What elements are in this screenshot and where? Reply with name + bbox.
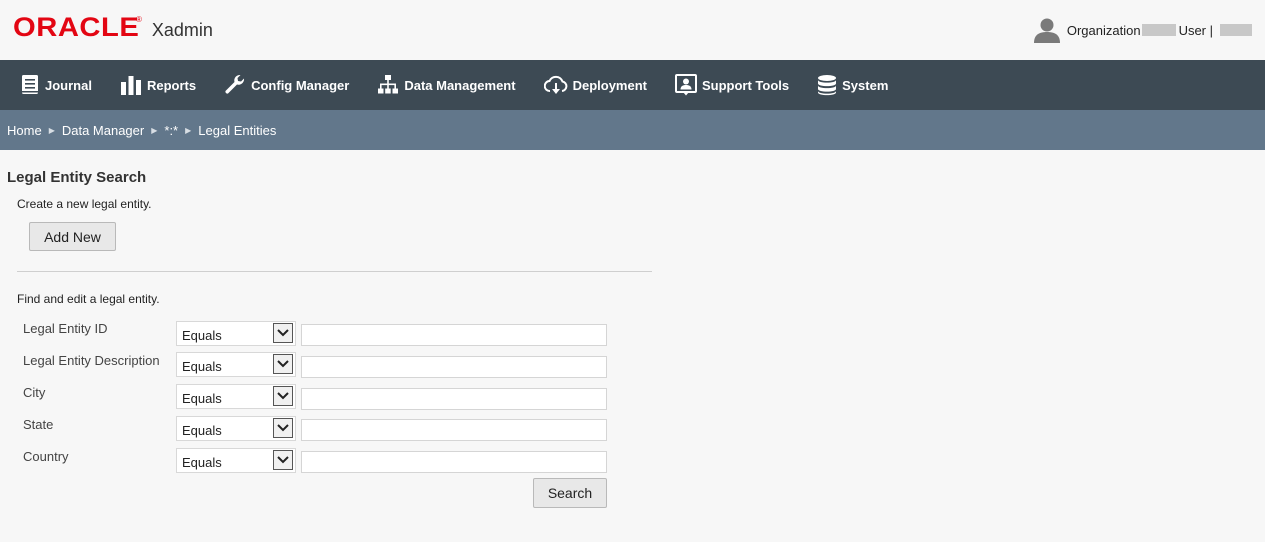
nav-label: Data Management [404,77,516,93]
state-operator-select[interactable]: Equals [176,416,296,441]
section-divider [17,271,652,272]
select-value: Equals [182,423,222,438]
city-input[interactable] [301,388,607,410]
main-content: Legal Entity Search Create a new legal e… [0,150,1265,542]
state-input[interactable] [301,419,607,441]
hierarchy-icon [378,75,399,94]
select-value: Equals [182,328,222,343]
support-icon [674,74,697,96]
nav-item-journal[interactable]: Journal [20,74,92,96]
database-icon [818,75,837,96]
nav-item-reports[interactable]: Reports [120,74,196,96]
city-label: City [23,385,46,400]
breadcrumb-home[interactable]: Home [7,123,42,138]
nav-item-config-manager[interactable]: Config Manager [224,74,349,96]
bar-chart-icon [120,76,141,95]
nav-label: Config Manager [251,77,350,93]
legal-entity-description-input[interactable] [301,356,607,378]
user-label: User | [1178,22,1213,38]
country-operator-select[interactable]: Equals [176,448,296,473]
breadcrumb-legal-entities: Legal Entities [198,122,277,138]
breadcrumb-separator-icon: ▶ [151,125,158,135]
nav-label: Deployment [572,77,647,93]
organization-label: Organization [1066,22,1141,38]
breadcrumb-scope[interactable]: *:* [164,123,178,138]
registered-mark: ® [136,15,142,24]
breadcrumb-separator-icon: ▶ [48,125,55,135]
page-title: Legal Entity Search [7,169,147,186]
main-navbar: Journal Reports Config Manager Data Mana… [0,60,1265,110]
brand-name: ORACLE [13,12,140,42]
chevron-down-icon[interactable] [273,450,293,470]
find-instruction: Find and edit a legal entity. [17,292,160,306]
create-instruction: Create a new legal entity. [17,197,152,211]
nav-item-data-management[interactable]: Data Management [377,74,516,96]
select-value: Equals [182,359,222,374]
state-label: State [23,417,54,432]
user-info: Organization User | [1033,17,1252,43]
cloud-download-icon [543,75,567,94]
journal-icon [22,75,38,94]
app-name: Xadmin [151,20,213,40]
legal-entity-id-operator-select[interactable]: Equals [176,321,296,346]
nav-label: Support Tools [701,77,790,93]
breadcrumb-separator-icon: ▶ [185,125,192,135]
country-label: Country [23,449,69,464]
city-operator-select[interactable]: Equals [176,384,296,409]
chevron-down-icon[interactable] [273,386,293,406]
nav-label: Reports [146,77,197,93]
chevron-down-icon[interactable] [273,323,293,343]
select-value: Equals [182,455,222,470]
breadcrumb: Home ▶ Data Manager ▶ *:* ▶ Legal Entiti… [0,110,1265,150]
nav-item-system[interactable]: System [817,74,888,96]
nav-label: Journal [45,77,92,93]
user-avatar-icon [1033,18,1060,43]
nav-label: System [842,77,889,93]
chevron-down-icon[interactable] [273,418,293,438]
legal-entity-id-label: Legal Entity ID [23,321,108,336]
chevron-down-icon[interactable] [273,354,293,374]
select-value: Equals [182,391,222,406]
nav-item-deployment[interactable]: Deployment [543,74,647,96]
legal-entity-description-operator-select[interactable]: Equals [176,352,296,377]
wrench-icon [225,74,245,94]
add-new-button[interactable]: Add New [29,222,116,251]
app-header: ORACLE ® Xadmin Organization User | [0,0,1265,60]
organization-value-redacted [1141,24,1176,36]
user-value-redacted[interactable] [1220,24,1252,36]
nav-item-support-tools[interactable]: Support Tools [674,74,790,96]
oracle-logo: ORACLE ® Xadmin [13,12,213,43]
legal-entity-description-label: Legal Entity Description [23,353,160,368]
search-button[interactable]: Search [533,478,607,508]
legal-entity-id-input[interactable] [301,324,607,346]
breadcrumb-data-manager[interactable]: Data Manager [62,123,144,138]
country-input[interactable] [301,451,607,473]
